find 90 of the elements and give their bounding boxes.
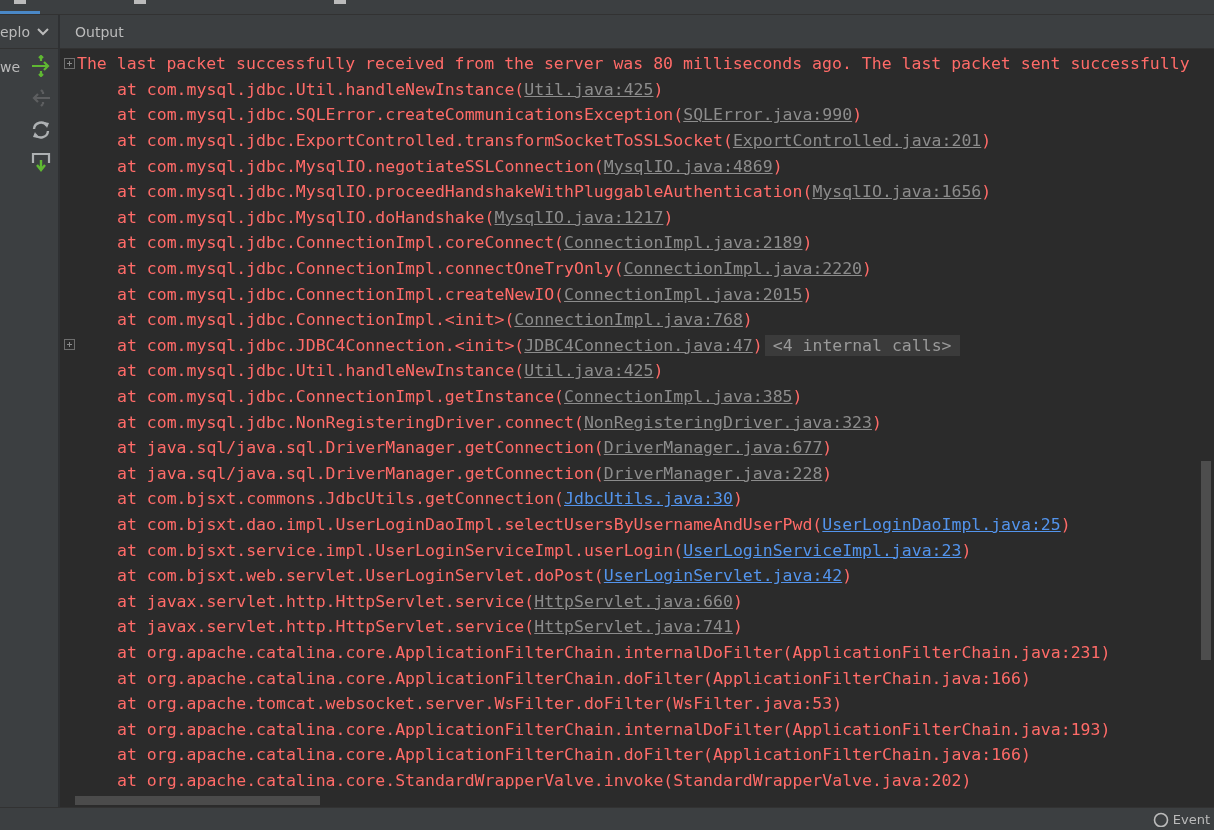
source-link[interactable]: ConnectionImpl.java:2015: [564, 284, 803, 304]
expand-icon[interactable]: [63, 57, 75, 69]
stack-text: at com.bjsxt.commons.JdbcUtils.getConnection(: [117, 489, 565, 509]
paren-text: ): [961, 540, 972, 560]
stack-text: at com.mysql.jdbc.ExportControlled.transformSocketToSSLSocket(: [117, 131, 733, 151]
paren-text: ): [872, 412, 882, 432]
file-icon: [14, 0, 26, 4]
file-icon: [134, 0, 146, 4]
paren-text: ): [981, 182, 992, 202]
stack-text: at javax.servlet.http.HttpServlet.service(: [117, 617, 535, 637]
expand-icon[interactable]: [63, 339, 75, 351]
stack-text: at org.apache.catalina.core.StandardWrapperValve.invoke(StandardWrapperValve.java:202): [117, 770, 972, 790]
paren-text: ): [822, 438, 833, 458]
paren-text: ): [653, 361, 664, 381]
source-link[interactable]: DriverManager.java:228: [603, 463, 823, 483]
stack-text: at java.sql/java.sql.DriverManager.getConnection(: [117, 463, 604, 483]
paren-text: ): [732, 489, 743, 509]
source-link[interactable]: Util.java:425: [524, 361, 654, 381]
stack-text: at com.mysql.jdbc.MysqlIO.doHandshake(: [117, 207, 495, 227]
stack-text: at com.mysql.jdbc.ConnectionImpl.createNewIO(: [117, 284, 565, 304]
panel-title: eplo: [0, 23, 30, 40]
stack-text: at com.mysql.jdbc.MysqlIO.proceedHandshakeWithPluggableAuthentication(: [117, 182, 813, 202]
paren-text: ): [802, 233, 813, 253]
stack-text: at com.mysql.jdbc.MysqlIO.negotiateSSLConnection(: [117, 156, 604, 176]
paren-text: ): [802, 284, 813, 304]
refresh-icon[interactable]: [30, 119, 52, 141]
stack-text: at com.mysql.jdbc.JDBC4Connection.<init>(: [117, 335, 525, 355]
stack-text: The last packet successfully received from the server was 80 milliseconds ago. The last packet sent successfully: [77, 54, 1190, 74]
download-icon[interactable]: [30, 151, 52, 173]
scrollbar[interactable]: [75, 796, 320, 805]
stack-text: at com.mysql.jdbc.Util.handleNewInstance(: [117, 79, 525, 99]
stack-text: at com.mysql.jdbc.ConnectionImpl.getInstance(: [117, 387, 565, 406]
source-link[interactable]: ConnectionImpl.java:2220: [623, 259, 863, 279]
source-link[interactable]: UserLoginServlet.java:42: [603, 566, 843, 586]
paren-text: ): [772, 156, 783, 176]
paren-text: ): [981, 131, 992, 151]
source-link[interactable]: JDBC4Connection.java:47: [524, 335, 753, 355]
stack-text: at org.apache.catalina.core.ApplicationFilterChain.doFilter(ApplicationFilterChain.java:166): [117, 745, 1031, 765]
paren-text: ): [1060, 515, 1071, 534]
balloon-icon: [1152, 811, 1169, 827]
file-icon: [334, 0, 346, 4]
paren-text: ): [732, 617, 743, 637]
source-link[interactable]: HttpServlet.java:741: [534, 617, 733, 637]
source-link[interactable]: UserLoginServiceImpl.java:23: [683, 540, 962, 560]
source-link[interactable]: SQLError.java:990: [683, 105, 853, 125]
scrollbar[interactable]: [1201, 461, 1211, 660]
stack-text: at java.sql/java.sql.DriverManager.getConnection(: [117, 438, 604, 458]
tree-item[interactable]: we: [0, 59, 21, 75]
source-link[interactable]: MysqlIO.java:4869: [603, 156, 773, 176]
paren-text: ): [653, 79, 664, 99]
stack-text: at com.mysql.jdbc.Util.handleNewInstance(: [117, 361, 525, 381]
source-link[interactable]: JdbcUtils.java:30: [564, 489, 733, 509]
panel-title[interactable]: Output: [75, 23, 124, 40]
stack-text: at org.apache.catalina.core.ApplicationFilterChain.internalDoFilter(ApplicationFilterChain.java:193): [117, 719, 1111, 739]
arrow-icon[interactable]: [30, 55, 52, 77]
source-link[interactable]: MysqlIO.java:1656: [812, 182, 982, 202]
paren-text: ): [752, 335, 763, 355]
stack-text: at javax.servlet.http.HttpServlet.service(: [117, 591, 535, 611]
source-link[interactable]: ConnectionImpl.java:385: [564, 387, 793, 406]
stack-text: at com.bjsxt.service.impl.UserLoginServiceImpl.userLogin(: [117, 540, 684, 560]
stack-text: at com.bjsxt.web.servlet.UserLoginServlet.doPost(: [117, 566, 604, 586]
source-link[interactable]: HttpServlet.java:660: [534, 591, 733, 611]
stack-text: at org.apache.catalina.core.ApplicationFilterChain.internalDoFilter(ApplicationFilterChain.java:231): [117, 642, 1111, 662]
paren-text: ): [842, 566, 853, 586]
source-link[interactable]: NonRegisteringDriver.java:323: [583, 412, 872, 432]
source-link[interactable]: ExportControlled.java:201: [732, 131, 982, 151]
source-link[interactable]: DriverManager.java:677: [603, 438, 823, 458]
stack-text: at com.mysql.jdbc.SQLError.createCommunicationsException(: [117, 105, 684, 125]
source-link[interactable]: Util.java:425: [524, 79, 654, 99]
stack-text: at com.bjsxt.dao.impl.UserLoginDaoImpl.selectUsersByUsernameAndUserPwd(: [117, 515, 823, 534]
paren-text: ): [822, 463, 833, 483]
paren-text: ): [862, 259, 872, 279]
source-link[interactable]: ConnectionImpl.java:2189: [564, 233, 803, 253]
paren-text: ): [792, 387, 803, 406]
stack-text: at com.mysql.jdbc.ConnectionImpl.connectOneTryOnly(: [117, 259, 624, 279]
stack-text: at com.mysql.jdbc.ConnectionImpl.<init>(: [117, 310, 515, 330]
source-link[interactable]: MysqlIO.java:1217: [494, 207, 664, 227]
folded-calls-label[interactable]: <4 internal calls>: [764, 334, 960, 356]
paren-text: ): [852, 105, 863, 125]
stack-text: at com.mysql.jdbc.NonRegisteringDriver.connect(: [117, 412, 584, 432]
chevron-icon[interactable]: [36, 26, 50, 37]
source-link[interactable]: ConnectionImpl.java:768: [514, 310, 743, 330]
stack-text: at org.apache.catalina.core.ApplicationFilterChain.doFilter(ApplicationFilterChain.java:166): [117, 668, 1031, 688]
stack-text: at com.mysql.jdbc.ConnectionImpl.coreConnect(: [117, 233, 565, 253]
stack-text: at org.apache.tomcat.websocket.server.WsFilter.doFilter(WsFilter.java:53): [117, 694, 843, 714]
source-link[interactable]: UserLoginDaoImpl.java:25: [822, 515, 1061, 534]
paren-text: ): [663, 207, 674, 227]
status-text[interactable]: Event: [1172, 811, 1210, 827]
paren-text: ): [742, 310, 753, 330]
paren-text: ): [732, 591, 743, 611]
